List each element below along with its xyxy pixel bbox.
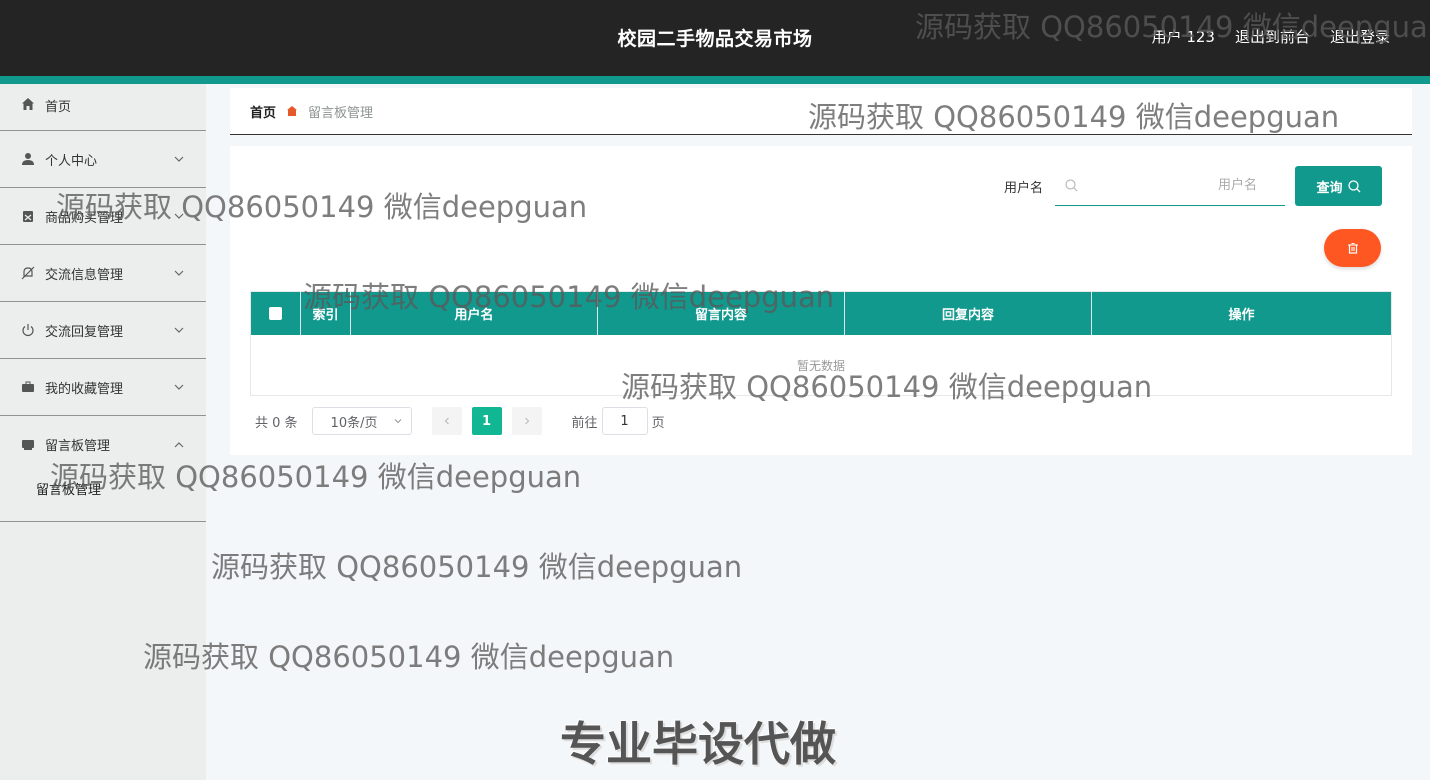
- column-header-reply: 回复内容: [845, 292, 1092, 335]
- goto-page: 前往 页: [572, 407, 665, 435]
- watermark-text: 源码获取 QQ86050149 微信deepguan: [143, 640, 675, 674]
- breadcrumb-home[interactable]: 首页: [250, 102, 276, 121]
- chevron-down-icon: [394, 419, 401, 424]
- user-icon: [20, 151, 36, 167]
- sidebar-item-label: 留言板管理: [45, 439, 111, 454]
- column-header-actions: 操作: [1228, 308, 1255, 323]
- sidebar-item-label: 个人中心: [45, 153, 98, 169]
- username-search-input[interactable]: [1065, 166, 1275, 205]
- chevron-down-icon: [174, 270, 184, 276]
- page-number-button[interactable]: 1: [471, 407, 502, 435]
- chevron-left-icon: [444, 417, 449, 425]
- page-size-value: 10条/页: [330, 415, 378, 431]
- sidebar-group-message-board: 留言板管理 留言板管理: [0, 416, 206, 522]
- breadcrumb: 首页 留言板管理: [230, 88, 1412, 135]
- chevron-up-icon: [174, 441, 184, 447]
- search-box: [1055, 166, 1285, 206]
- cart-icon: [20, 208, 36, 224]
- page-size-select[interactable]: 10条/页: [311, 407, 412, 435]
- column-header-username: 用户名: [351, 292, 598, 335]
- exit-front-link[interactable]: 退出到前台: [1235, 26, 1310, 47]
- sidebar: 首页 个人中心 商品购买管理 交流信息管理 交流回复管理 我的收藏管理 留言板管…: [0, 84, 206, 780]
- message-table: 索引 用户名 留言内容 回复内容 操作 暂无数据: [250, 291, 1392, 396]
- power-icon: [20, 322, 36, 338]
- next-page-button[interactable]: [511, 407, 542, 435]
- bell-off-icon: [20, 265, 36, 281]
- goto-prefix: 前往: [571, 415, 598, 431]
- chevron-right-icon: [524, 417, 529, 425]
- search-row: 用户名 查询: [1004, 166, 1382, 206]
- logout-link[interactable]: 退出登录: [1330, 26, 1390, 47]
- prev-page-button[interactable]: [431, 407, 462, 435]
- trash-icon: [1347, 242, 1358, 254]
- goto-page-input[interactable]: [601, 407, 648, 435]
- watermark-banner: 专业毕设代做: [560, 717, 836, 771]
- pagination-total: 共 0 条: [255, 415, 298, 431]
- top-header: 校园二手物品交易市场 用户 123 退出到前台 退出登录: [0, 0, 1430, 76]
- message-icon: [20, 437, 36, 453]
- sidebar-item-purchase[interactable]: 商品购买管理: [0, 188, 206, 245]
- header-actions: 用户 123 退出到前台 退出登录: [1152, 26, 1390, 47]
- sidebar-item-exchange-reply[interactable]: 交流回复管理: [0, 302, 206, 359]
- sidebar-item-label: 交流回复管理: [45, 324, 124, 340]
- column-header-message: 留言内容: [598, 292, 845, 335]
- query-button-label: 查询: [1316, 180, 1343, 196]
- sidebar-item-exchange-info[interactable]: 交流信息管理: [0, 245, 206, 302]
- submenu-item-message-board[interactable]: 留言板管理: [0, 473, 206, 521]
- search-icon: [1065, 179, 1078, 192]
- sidebar-item-personal-center[interactable]: 个人中心: [0, 131, 206, 188]
- home-icon: [20, 96, 36, 112]
- select-all-cell: [251, 292, 301, 335]
- sidebar-item-label: 商品购买管理: [45, 210, 124, 226]
- user-label: 用户 123: [1151, 28, 1215, 46]
- house-separator-icon: [286, 105, 298, 117]
- sidebar-item-label: 我的收藏管理: [45, 381, 124, 397]
- briefcase-icon: [20, 379, 36, 395]
- delete-button[interactable]: [1324, 229, 1381, 267]
- column-header-index: 索引: [301, 292, 351, 335]
- search-label: 用户名: [1003, 180, 1043, 196]
- sidebar-item-home[interactable]: 首页: [0, 84, 206, 131]
- pagination: 共 0 条 10条/页 1 前往 页: [255, 407, 665, 435]
- sidebar-item-message-board[interactable]: 留言板管理: [0, 416, 206, 473]
- content-panel: 用户名 查询 索引 用户名 留言内容 回复内容 操作 暂无数据 共 0 条 10…: [230, 146, 1412, 455]
- query-button[interactable]: 查询: [1295, 166, 1382, 206]
- header-accent-bar: [0, 76, 1430, 84]
- watermark-text: 源码获取 QQ86050149 微信deepguan: [211, 550, 743, 584]
- sidebar-item-label: 首页: [45, 100, 72, 115]
- chevron-down-icon: [174, 384, 184, 390]
- table-empty-text: 暂无数据: [796, 358, 845, 373]
- sidebar-item-favorites[interactable]: 我的收藏管理: [0, 359, 206, 416]
- chevron-down-icon: [174, 327, 184, 333]
- chevron-down-icon: [174, 156, 184, 162]
- search-icon: [1347, 179, 1360, 192]
- goto-suffix: 页: [651, 415, 665, 431]
- table-header: 索引 用户名 留言内容 回复内容 操作: [251, 292, 1391, 335]
- sidebar-item-label: 交流信息管理: [45, 267, 124, 283]
- select-all-checkbox[interactable]: [269, 307, 282, 320]
- breadcrumb-current: 留言板管理: [308, 105, 374, 121]
- chevron-down-icon: [174, 213, 184, 219]
